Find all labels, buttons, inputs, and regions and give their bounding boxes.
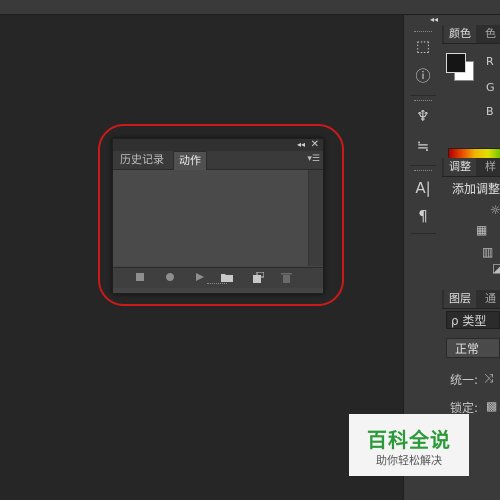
channel-g-label: G xyxy=(486,81,495,94)
channel-r-label: R xyxy=(486,55,494,68)
play-icon[interactable] xyxy=(195,272,205,285)
3d-icon[interactable]: ⬚ xyxy=(412,37,434,55)
levels-icon[interactable]: ▥ xyxy=(482,245,493,259)
divider xyxy=(410,233,436,234)
blend-mode-select[interactable]: 正常 xyxy=(446,338,500,358)
curves-icon[interactable]: ◪ xyxy=(492,261,500,275)
close-icon[interactable]: ✕ xyxy=(311,139,319,151)
layers-panel-tabs: 图层 通 xyxy=(442,290,500,309)
actions-floating-panel[interactable]: ◂◂ ✕ 历史记录 动作 ▾☰ xyxy=(112,138,324,294)
tab-history[interactable]: 历史记录 xyxy=(115,151,169,169)
stop-icon[interactable] xyxy=(135,272,145,285)
new-action-icon[interactable] xyxy=(253,271,265,286)
tab-layers[interactable]: 图层 xyxy=(444,290,476,308)
unify-label: 统一: xyxy=(450,373,479,387)
panel-title-bar[interactable]: ◂◂ ✕ xyxy=(113,139,323,151)
info-icon[interactable]: ⓘ xyxy=(412,67,434,85)
watermark-logo: 百科全说 助你轻松解决 xyxy=(349,414,469,476)
strip-grip[interactable] xyxy=(414,100,432,104)
resize-grip[interactable] xyxy=(207,283,227,287)
lock-transparent-icon[interactable]: ▩ xyxy=(486,399,497,413)
color-panel-tabs: 颜色 色 xyxy=(442,25,500,44)
adjustments-panel-tabs: 调整 样 xyxy=(442,158,500,177)
collapse-icon[interactable]: ◂◂ xyxy=(297,139,305,151)
brightness-icon[interactable]: ☼ xyxy=(490,203,500,217)
watermark-subtitle: 助你轻松解决 xyxy=(376,454,442,467)
trash-icon[interactable] xyxy=(281,272,292,286)
strip-grip[interactable] xyxy=(414,31,432,35)
channel-b-label: B xyxy=(486,105,494,118)
layer-filter-input[interactable]: ρ 类型 xyxy=(446,311,500,329)
watermark-title: 百科全说 xyxy=(367,428,451,452)
unify-position-icon[interactable]: ⤨ xyxy=(484,371,494,386)
adjust-sliders-icon[interactable]: ≒ xyxy=(412,137,434,155)
panel-menu-icon[interactable]: ▾☰ xyxy=(307,154,320,164)
divider xyxy=(410,95,436,96)
character-icon[interactable]: A| xyxy=(412,179,434,197)
panel-tab-bar: 历史记录 动作 ▾☰ xyxy=(113,151,323,170)
paragraph-icon[interactable]: ¶ xyxy=(412,207,434,225)
collapse-icon[interactable]: ◂◂ xyxy=(430,15,438,25)
adjustments-title: 添加调整 xyxy=(452,182,500,196)
actions-list[interactable] xyxy=(113,170,309,266)
actions-bottom-toolbar xyxy=(113,267,323,288)
brush-presets-icon[interactable]: ♆ xyxy=(412,107,434,125)
tab-actions[interactable]: 动作 xyxy=(173,151,207,170)
actions-scrollbar[interactable] xyxy=(308,170,323,266)
checker-icon[interactable]: ▦ xyxy=(476,223,487,237)
foreground-color-swatch[interactable] xyxy=(446,53,466,73)
top-options-bar xyxy=(0,0,500,15)
divider xyxy=(410,165,436,166)
tab-styles[interactable]: 样 xyxy=(480,158,500,176)
strip-grip[interactable] xyxy=(414,170,432,174)
tab-color[interactable]: 颜色 xyxy=(444,25,476,43)
tab-channels[interactable]: 通 xyxy=(480,290,500,308)
tab-adjustments[interactable]: 调整 xyxy=(444,158,476,176)
record-icon[interactable] xyxy=(165,272,175,285)
tab-swatches[interactable]: 色 xyxy=(480,25,500,43)
